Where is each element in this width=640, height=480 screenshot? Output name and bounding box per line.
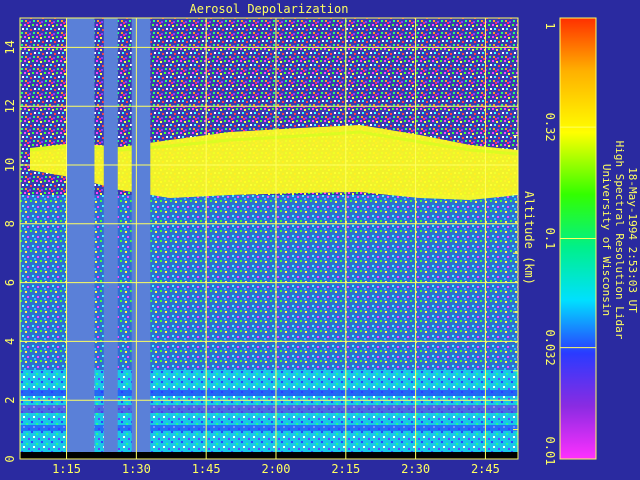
purple-band bbox=[20, 405, 518, 413]
side-label-line-1: University of Wisconsin bbox=[600, 164, 613, 316]
y-tick-label: 0 bbox=[3, 455, 17, 462]
x-tick-label: 1:30 bbox=[122, 462, 151, 476]
y-tick-label: 14 bbox=[3, 40, 17, 54]
x-tick-label: 1:15 bbox=[52, 462, 81, 476]
blue-band-1 bbox=[20, 390, 518, 396]
x-axis: 1:15 1:30 1:45 2:00 2:15 2:30 2:45 bbox=[52, 462, 500, 476]
colorbar-tick-label: 0.01 bbox=[543, 437, 557, 466]
side-label-line-2: High Spectral Resolution Lidar bbox=[613, 141, 626, 340]
y-axis-label: Altitude (km) bbox=[522, 191, 536, 285]
x-tick-label: 2:30 bbox=[401, 462, 430, 476]
x-tick-label: 2:45 bbox=[471, 462, 500, 476]
colorbar-tick-label: 1 bbox=[543, 22, 557, 29]
data-gap-2 bbox=[103, 18, 118, 459]
side-label: University of Wisconsin High Spectral Re… bbox=[600, 141, 639, 340]
colorbar: 1 0.32 0.1 0.032 0.01 bbox=[543, 17, 597, 466]
x-tick-label: 2:00 bbox=[262, 462, 291, 476]
data-gap-1 bbox=[66, 18, 95, 459]
y-tick-label: 10 bbox=[3, 158, 17, 172]
y-axis: 0 2 4 6 8 10 12 14 bbox=[3, 40, 17, 462]
boundary-layer-region bbox=[20, 370, 518, 459]
chart-title: Aerosol Depolarization bbox=[190, 2, 349, 16]
y-tick-label: 2 bbox=[3, 397, 17, 404]
y-tick-label: 12 bbox=[3, 99, 17, 113]
plot-area bbox=[19, 17, 519, 460]
data-gap-3 bbox=[131, 18, 151, 459]
side-label-line-3: 18-May-1994 2:53:03 UT bbox=[626, 167, 639, 313]
x-tick-label: 1:45 bbox=[192, 462, 221, 476]
data-gaps bbox=[66, 18, 151, 459]
ground-band bbox=[20, 452, 518, 459]
blue-band-2 bbox=[20, 425, 518, 431]
colorbar-tick-label: 0.32 bbox=[543, 113, 557, 142]
y-tick-label: 8 bbox=[3, 220, 17, 227]
x-tick-label: 2:15 bbox=[331, 462, 360, 476]
y-tick-label: 4 bbox=[3, 338, 17, 345]
lidar-figure: Aerosol Depolarization 1:15 1:30 1:45 2:00 2… bbox=[3, 2, 639, 476]
colorbar-tick-label: 0.032 bbox=[543, 330, 557, 366]
y-tick-label: 6 bbox=[3, 279, 17, 286]
colorbar-tick-label: 0.1 bbox=[543, 228, 557, 250]
